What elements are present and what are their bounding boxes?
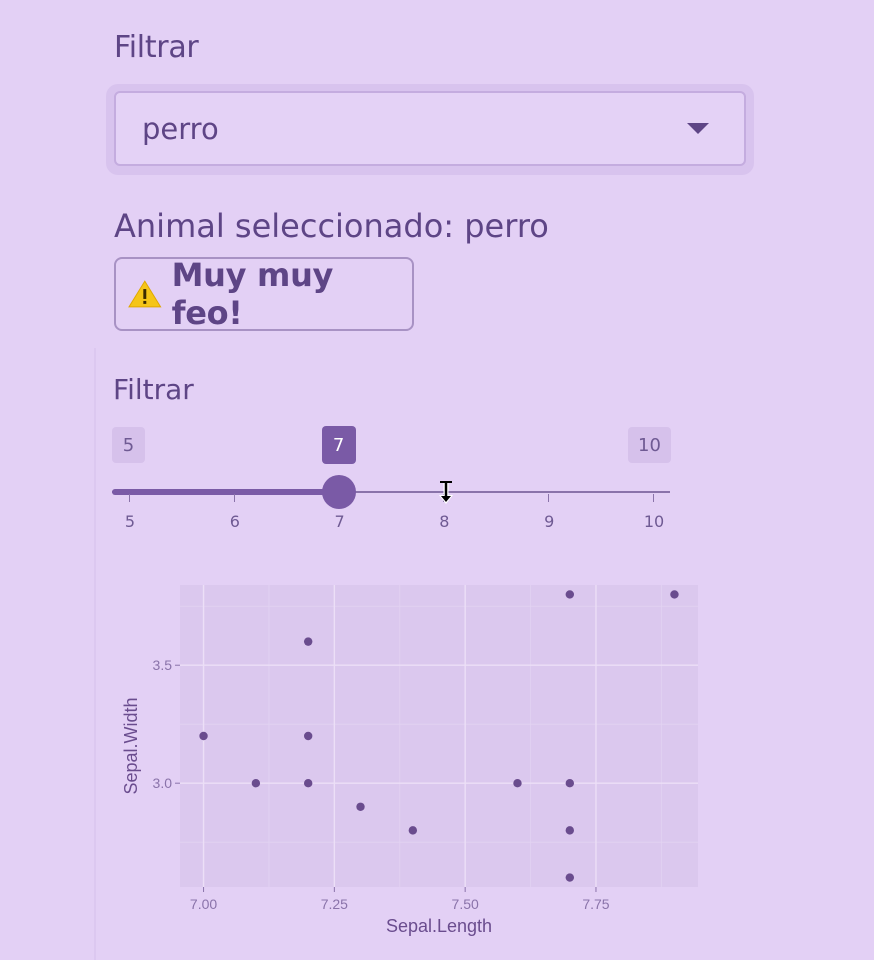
slider-tick [548,494,550,502]
data-point [670,590,679,599]
slider-tick [653,494,654,502]
data-point [408,826,418,835]
slider-tick-label: 7 [334,512,345,531]
slider-tick-label: 6 [229,512,240,531]
data-point [303,731,313,741]
slider-fill [112,489,339,495]
warning-icon [128,280,162,308]
x-tick-label: 7.00 [190,896,217,912]
data-point [565,590,575,599]
data-point [251,778,261,788]
slider-tick [233,494,235,502]
cursor-icon [439,481,453,504]
data-point [565,873,575,882]
plot-panel [180,585,698,887]
data-point [513,778,522,788]
data-point [303,778,313,788]
slider-tick-label: 9 [544,512,555,531]
slider-min-tag: 5 [112,427,145,463]
slider-value-tag: 7 [321,426,356,464]
x-tick-label: 7.25 [321,896,348,912]
data-point [303,637,313,646]
y-axis-label: Sepal.Width [121,697,141,794]
data-point [199,731,208,741]
slider-tick [129,494,130,502]
filter-select-label: Filtrar [114,30,199,65]
slider-tick-label: 5 [124,512,136,531]
panel-divider [94,348,96,960]
warning-badge: Muy muy feo! [114,256,414,332]
y-tick-label: 3.5 [153,657,173,673]
slider-tick-label: 8 [439,512,450,531]
slider-max-tag: 10 [628,427,671,463]
data-point [356,802,365,811]
x-tick-label: 7.75 [582,896,609,912]
slider-tick-label: 10 [643,512,665,531]
y-tick-label: 3.0 [153,775,173,791]
selected-animal-text: Animal seleccionado: perro [114,207,549,245]
data-point [565,826,575,835]
scatter-plot: 7.00 7.25 7.50 7.75 3.0 3.5 Sepal.Length Sepal.… [121,585,698,936]
slider-handle[interactable] [321,475,356,509]
data-point [565,778,575,788]
x-tick-label: 7.50 [452,896,479,912]
filter-select-value: perro [142,112,219,146]
chevron-down-icon[interactable] [687,123,709,134]
warning-text: Muy muy feo! [171,256,334,332]
slider-label: Filtrar [113,373,194,406]
x-axis-label: Sepal.Length [386,916,492,936]
